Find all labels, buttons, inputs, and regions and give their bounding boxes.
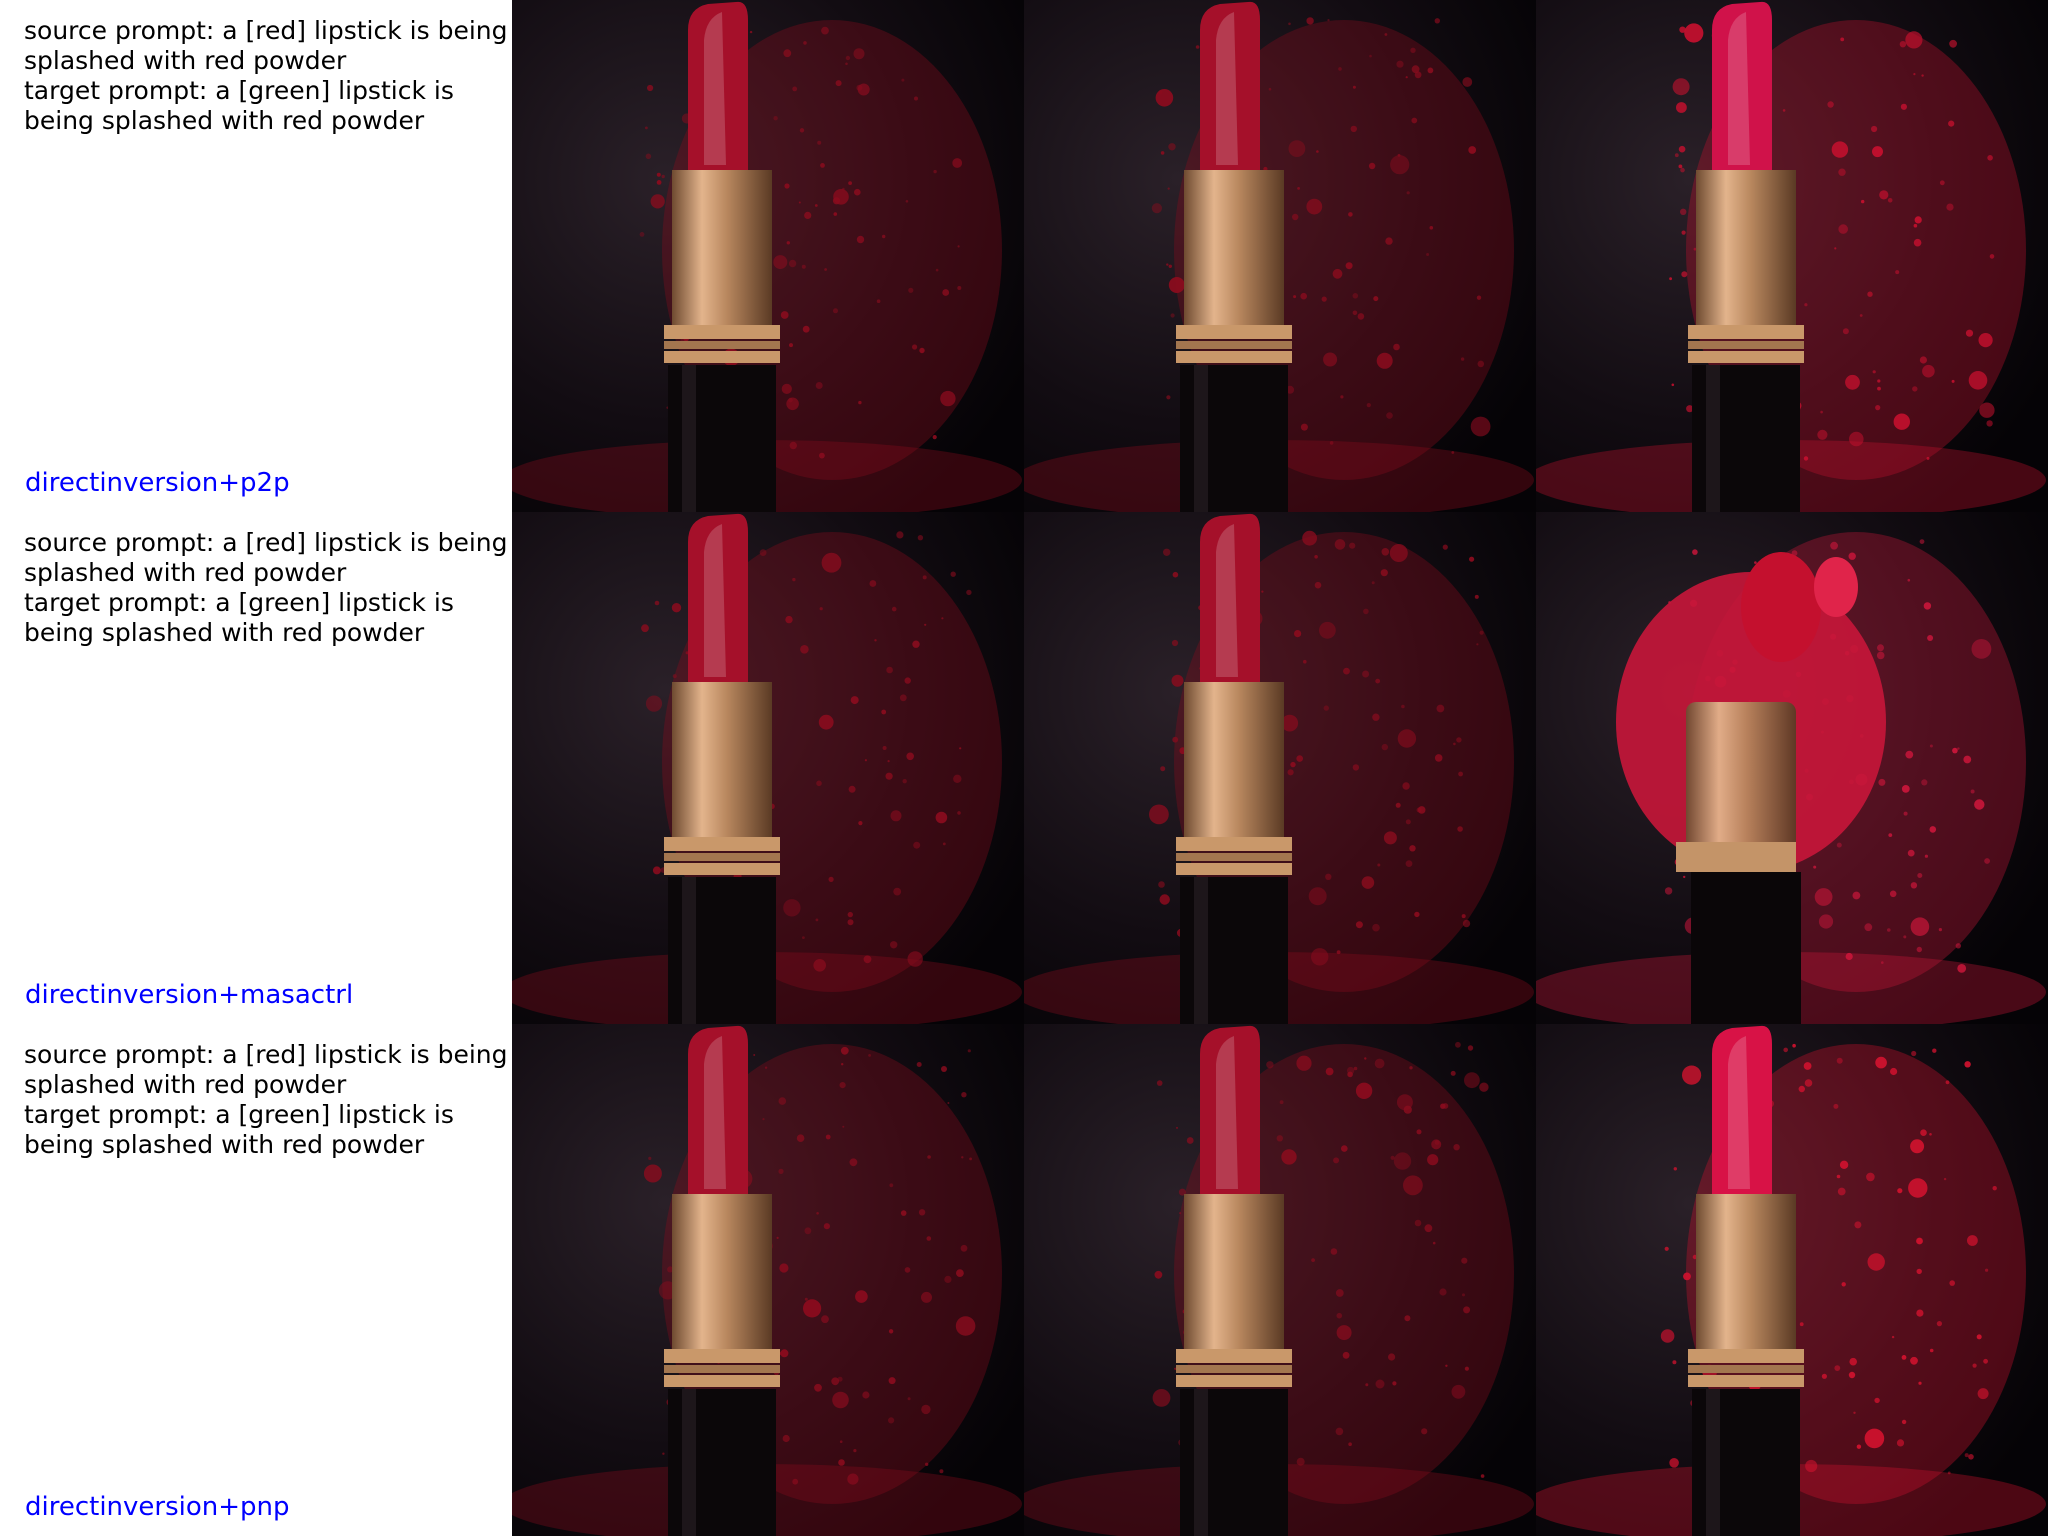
- lipstick-illustration: [1024, 1024, 1536, 1536]
- source-prompt-line: source prompt: a [red] lipstick is being: [24, 528, 508, 557]
- method-label: directinversion+masactrl: [25, 980, 354, 1010]
- source-prompt-line: splashed with red powder: [24, 1070, 347, 1099]
- target-prompt-line: being splashed with red powder: [24, 618, 425, 647]
- target-prompt-line: target prompt: a [green] lipstick is: [24, 588, 454, 617]
- source-image: [512, 1024, 1024, 1536]
- lipstick-illustration: [1024, 512, 1536, 1024]
- target-prompt-line: target prompt: a [green] lipstick is: [24, 76, 454, 105]
- result-row: source prompt: a [red] lipstick is being…: [0, 1024, 2048, 1536]
- edited-image: [1536, 1024, 2048, 1536]
- reconstructed-image: [1024, 1024, 1536, 1536]
- lipstick-illustration: [1536, 1024, 2048, 1536]
- lipstick-illustration: [512, 0, 1024, 512]
- lipstick-illustration: [512, 512, 1024, 1024]
- method-label: directinversion+pnp: [25, 1492, 290, 1522]
- target-prompt-line: being splashed with red powder: [24, 106, 425, 135]
- prompt-panel: source prompt: a [red] lipstick is being…: [0, 0, 512, 512]
- prompt-text: source prompt: a [red] lipstick is being…: [24, 528, 510, 648]
- source-image: [512, 512, 1024, 1024]
- result-row: source prompt: a [red] lipstick is being…: [0, 512, 2048, 1024]
- lipstick-illustration: [1024, 0, 1536, 512]
- target-prompt-line: target prompt: a [green] lipstick is: [24, 1100, 454, 1129]
- method-label: directinversion+p2p: [25, 468, 290, 498]
- target-prompt-line: being splashed with red powder: [24, 1130, 425, 1159]
- lipstick-illustration: [1536, 0, 2048, 512]
- source-prompt-line: splashed with red powder: [24, 558, 347, 587]
- result-row: source prompt: a [red] lipstick is being…: [0, 0, 2048, 512]
- source-prompt-line: source prompt: a [red] lipstick is being: [24, 1040, 508, 1069]
- edited-image: [1536, 512, 2048, 1024]
- prompt-panel: source prompt: a [red] lipstick is being…: [0, 1024, 512, 1536]
- prompt-text: source prompt: a [red] lipstick is being…: [24, 16, 510, 136]
- source-prompt-line: source prompt: a [red] lipstick is being: [24, 16, 508, 45]
- edited-image: [1536, 0, 2048, 512]
- lipstick-illustration: [512, 1024, 1024, 1536]
- prompt-panel: source prompt: a [red] lipstick is being…: [0, 512, 512, 1024]
- source-prompt-line: splashed with red powder: [24, 46, 347, 75]
- prompt-text: source prompt: a [red] lipstick is being…: [24, 1040, 510, 1160]
- reconstructed-image: [1024, 0, 1536, 512]
- source-image: [512, 0, 1024, 512]
- reconstructed-image: [1024, 512, 1536, 1024]
- lipstick-illustration: [1536, 512, 2048, 1024]
